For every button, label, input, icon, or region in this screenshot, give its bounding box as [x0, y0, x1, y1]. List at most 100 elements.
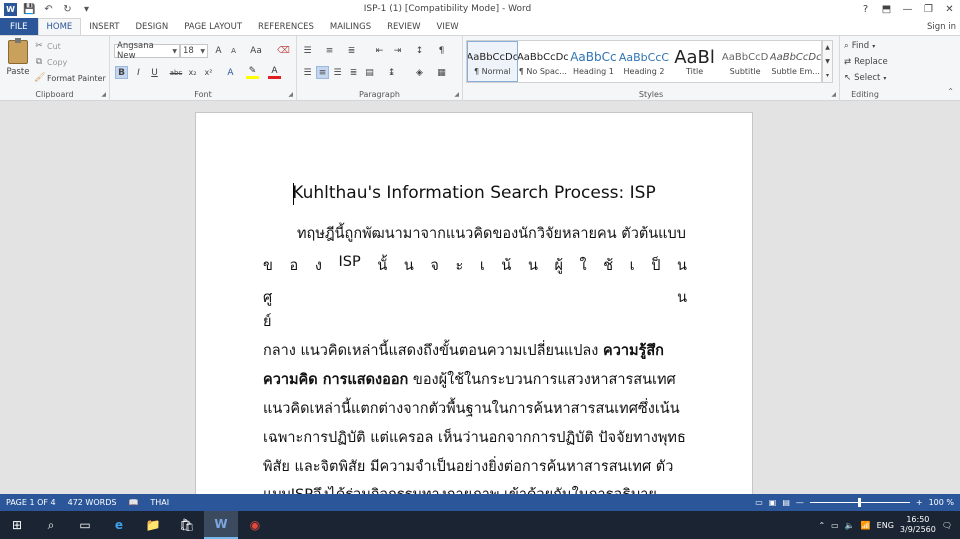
tab-page-layout[interactable]: PAGE LAYOUT — [176, 18, 250, 35]
numbering-icon[interactable]: ≡ — [323, 44, 336, 57]
tab-file[interactable]: FILE — [0, 18, 38, 35]
paragraph-line[interactable]: กลาง แนวคิดเหล่านี้แสดงถึงขั้นตอนความเปล… — [263, 339, 687, 362]
document-area[interactable]: Kuhlthau's Information Search Process: I… — [0, 101, 960, 494]
style-subtitle[interactable]: AaBbCcD Subtitle — [720, 41, 771, 82]
customize-qat-icon[interactable]: ▾ — [80, 3, 93, 16]
tab-references[interactable]: REFERENCES — [250, 18, 322, 35]
zoom-slider-thumb[interactable] — [858, 498, 862, 507]
read-mode-icon[interactable]: ▭ — [755, 498, 763, 507]
zoom-level[interactable]: 100 % — [929, 498, 954, 507]
document-title[interactable]: Kuhlthau's Information Search Process: I… — [196, 183, 752, 203]
clipboard-launcher-icon[interactable]: ◢ — [101, 91, 106, 98]
chevron-up-icon[interactable]: ⌃ — [818, 521, 825, 530]
strikethrough-button[interactable]: abc — [168, 66, 184, 79]
proofing-icon[interactable]: 📖 — [122, 498, 144, 507]
borders-icon[interactable]: ▦ — [435, 66, 448, 79]
format-painter-button[interactable]: 🖌 Format Painter — [34, 73, 106, 83]
network-icon[interactable]: 📶 — [861, 521, 871, 530]
styles-gallery-scroll[interactable]: ▲ ▼ ▾ — [822, 40, 833, 83]
align-center-icon[interactable]: ≡ — [316, 66, 329, 79]
paragraph-line-distributed[interactable]: ศู น — [263, 286, 687, 309]
grow-font-button[interactable]: A — [212, 44, 225, 57]
multilevel-list-icon[interactable]: ≣ — [345, 44, 358, 57]
style-heading-2[interactable]: AaBbCcC Heading 2 — [619, 41, 670, 82]
word-count-status[interactable]: 472 WORDS — [62, 498, 123, 507]
style-normal[interactable]: AaBbCcDc ¶ Normal — [467, 41, 518, 82]
chevron-up-icon[interactable]: ▲ — [825, 44, 830, 51]
more-styles-icon[interactable]: ▾ — [826, 72, 829, 79]
shading-icon[interactable]: ◈ — [413, 66, 426, 79]
word-logo-icon[interactable]: W — [4, 2, 17, 16]
paragraph-line[interactable]: แบบISPจึงได้ร่วมกิจกรรมทางกายภาพ เข้าด้ว… — [263, 483, 687, 494]
decrease-indent-icon[interactable]: ⇤ — [373, 44, 386, 57]
web-layout-icon[interactable]: ▤ — [782, 498, 790, 507]
style-heading-1[interactable]: AaBbCc Heading 1 — [568, 41, 619, 82]
font-color-icon[interactable]: A — [268, 66, 281, 79]
zoom-slider[interactable] — [809, 498, 910, 507]
minimize-button[interactable]: — — [897, 0, 918, 18]
thai-distributed-icon[interactable]: ▤ — [363, 66, 376, 79]
start-button[interactable]: ⊞ — [0, 511, 34, 539]
input-language[interactable]: ENG — [877, 521, 894, 530]
paragraph-line[interactable]: ย์ — [263, 310, 687, 333]
line-spacing-icon[interactable]: ↨ — [385, 66, 398, 79]
print-layout-icon[interactable]: ▣ — [769, 498, 777, 507]
edge-icon[interactable]: e — [102, 511, 136, 539]
tab-view[interactable]: VIEW — [429, 18, 467, 35]
underline-button[interactable]: U — [148, 66, 161, 79]
align-left-icon[interactable]: ☰ — [301, 66, 314, 79]
select-button[interactable]: ↖ Select ▾ — [844, 73, 886, 83]
tab-insert[interactable]: INSERT — [81, 18, 127, 35]
style-no-spacing[interactable]: AaBbCcDc ¶ No Spac... — [518, 41, 569, 82]
paragraph-line[interactable]: ความคิด การแสดงออก ของผู้ใช้ในกระบวนการแ… — [263, 368, 687, 391]
page-count-status[interactable]: PAGE 1 OF 4 — [0, 498, 62, 507]
highlight-icon[interactable]: ✎ — [246, 66, 259, 79]
close-button[interactable]: ✕ — [939, 0, 960, 18]
bold-button[interactable]: B — [115, 66, 128, 79]
store-icon[interactable]: 🛍 — [170, 511, 204, 539]
shrink-font-button[interactable]: A — [227, 44, 240, 57]
bullets-icon[interactable]: ☰ — [301, 44, 314, 57]
align-right-icon[interactable]: ☰ — [331, 66, 344, 79]
text-effects-icon[interactable]: A — [224, 66, 237, 79]
cut-button[interactable]: ✂ Cut — [34, 41, 61, 51]
font-family-combo[interactable]: Angsana New ▼ — [114, 41, 180, 61]
zoom-out-button[interactable]: — — [796, 498, 804, 507]
find-button[interactable]: ⌕ Find ▾ — [844, 41, 875, 51]
sort-icon[interactable]: ↕ — [413, 44, 426, 57]
paragraph-line[interactable]: พิสัย และจิตพิสัย มีความจำเป็นอย่างยิ่งต… — [263, 455, 687, 478]
document-page[interactable]: Kuhlthau's Information Search Process: I… — [195, 112, 753, 494]
chrome-icon[interactable]: ◉ — [238, 511, 272, 539]
save-icon[interactable]: 💾 — [23, 3, 36, 16]
copy-button[interactable]: ⧉ Copy — [34, 57, 68, 67]
font-size-combo[interactable]: 18 ▼ — [180, 44, 208, 58]
justify-icon[interactable]: ≣ — [347, 66, 360, 79]
maximize-button[interactable]: ❐ — [918, 0, 939, 18]
sign-in-link[interactable]: Sign in — [927, 18, 960, 35]
volume-icon[interactable]: 🔈 — [845, 521, 855, 530]
task-view-icon[interactable]: ▭ — [68, 511, 102, 539]
show-formatting-button[interactable]: ¶ — [435, 44, 448, 57]
font-launcher-icon[interactable]: ◢ — [288, 91, 293, 98]
redo-icon[interactable]: ↻ — [61, 3, 74, 16]
paragraph-line[interactable]: ทฤษฎีนี้ถูกพัฒนามาจากแนวคิดของนักวิจัยหล… — [263, 222, 687, 245]
style-subtle-emphasis[interactable]: AaBbCcDc Subtle Em... — [770, 41, 821, 82]
chevron-down-icon[interactable]: ▼ — [825, 58, 830, 65]
tab-mailings[interactable]: MAILINGS — [322, 18, 379, 35]
change-case-button[interactable]: Aa — [247, 44, 265, 57]
battery-icon[interactable]: ▭ — [831, 521, 839, 530]
collapse-ribbon-icon[interactable]: ⌃ — [947, 87, 954, 96]
tab-design[interactable]: DESIGN — [127, 18, 176, 35]
tab-home[interactable]: HOME — [37, 18, 82, 35]
paste-button[interactable]: Paste — [4, 38, 32, 86]
increase-indent-icon[interactable]: ⇥ — [391, 44, 404, 57]
subscript-button[interactable]: x₂ — [186, 66, 199, 79]
language-status[interactable]: THAI — [144, 498, 175, 507]
superscript-button[interactable]: x² — [202, 66, 215, 79]
clear-formatting-icon[interactable]: ⌫ — [277, 44, 290, 57]
zoom-in-button[interactable]: + — [916, 498, 923, 507]
tab-review[interactable]: REVIEW — [379, 18, 428, 35]
styles-launcher-icon[interactable]: ◢ — [831, 91, 836, 98]
style-title[interactable]: AaBl Title — [669, 41, 720, 82]
paragraph-line[interactable]: แนวคิดเหล่านี้แตกต่างจากตัวพื้นฐานในการค… — [263, 397, 687, 420]
